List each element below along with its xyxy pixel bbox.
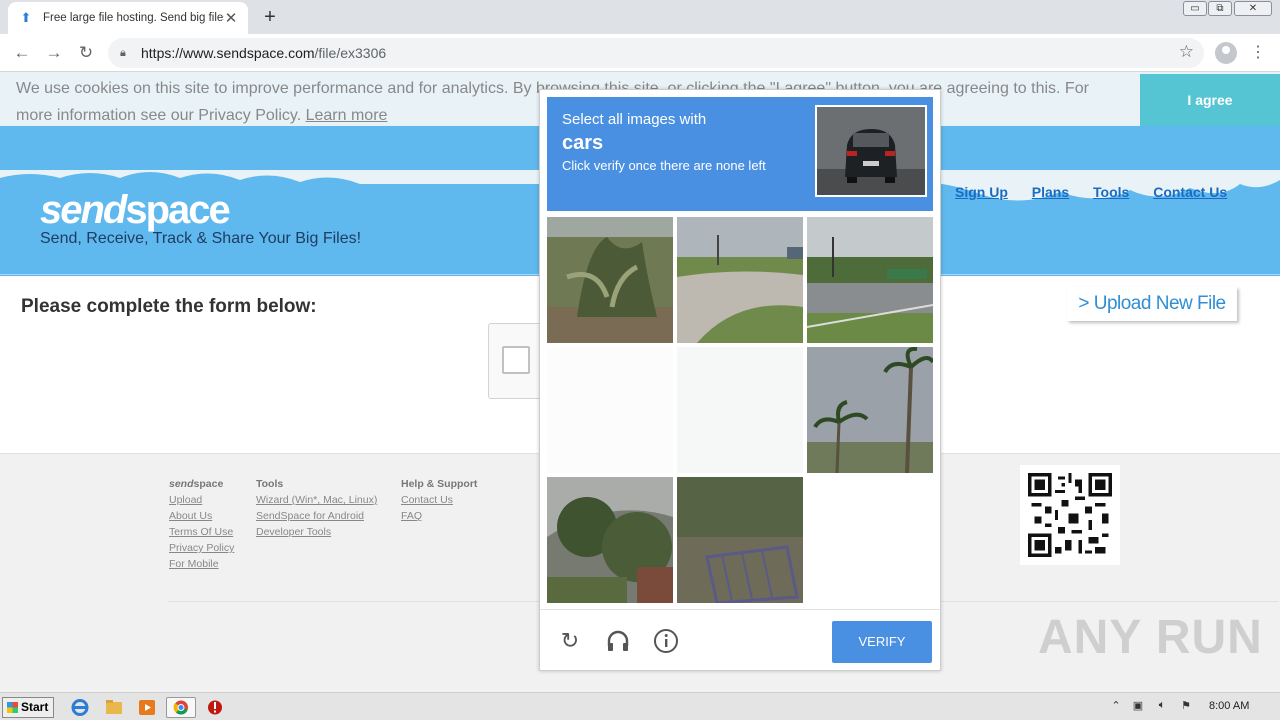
captcha-tile-4[interactable] — [547, 347, 673, 473]
footer-link-contact[interactable]: Contact Us — [401, 492, 477, 508]
anyrun-watermark: ANY RUN — [1038, 611, 1263, 664]
footer-link-wizard[interactable]: Wizard (Win*, Mac, Linux) — [256, 492, 377, 508]
captcha-header: Select all images with cars Click verify… — [547, 97, 933, 211]
reload-icon[interactable]: ↻ — [74, 41, 98, 65]
footer-link-android[interactable]: SendSpace for Android — [256, 508, 377, 524]
browser-tab-strip: ⬆ Free large file hosting. Send big file… — [0, 0, 1280, 34]
footer-link-upload[interactable]: Upload — [169, 492, 234, 508]
agree-button[interactable]: I agree — [1140, 74, 1280, 126]
captcha-footer: ↻ VERIFY — [540, 609, 940, 671]
captcha-tile-6[interactable] — [807, 347, 933, 473]
taskbar: Start ⌃ ▣ 🔈︎ ⚑ 8:00 AM — [0, 692, 1280, 720]
chrome-taskbar-icon[interactable] — [166, 697, 196, 718]
flag-icon[interactable]: ⚑ — [1178, 699, 1194, 715]
tray-expand-icon[interactable]: ⌃ — [1108, 699, 1124, 715]
tab-title: Free large file hosting. Send big files — [43, 12, 224, 24]
footer-link-developer[interactable]: Developer Tools — [256, 524, 377, 540]
browser-toolbar: ← → ↻ 🔒︎ https://www.sendspace.com/file/… — [0, 34, 1280, 72]
stop-icon[interactable] — [203, 697, 227, 718]
close-window-button[interactable]: ✕ — [1234, 1, 1272, 16]
forward-arrow-icon[interactable]: → — [42, 41, 66, 65]
web-page: We use cookies on this site to improve p… — [0, 72, 1280, 692]
nav-contact-us[interactable]: Contact Us — [1153, 184, 1227, 200]
browser-menu-icon[interactable]: ⋮ — [1250, 42, 1266, 64]
footer-col-tools: Tools Wizard (Win*, Mac, Linux) SendSpac… — [256, 476, 377, 540]
verify-button[interactable]: VERIFY — [832, 621, 932, 663]
sample-car-image — [815, 105, 927, 197]
back-arrow-icon[interactable]: ← — [10, 41, 34, 65]
sendspace-favicon-icon: ⬆ — [20, 10, 32, 25]
captcha-tile-5[interactable] — [677, 347, 803, 473]
footer-heading: Tools — [256, 478, 284, 490]
qr-code — [1020, 465, 1120, 565]
url-text: https://www.sendspace.com/file/ex3306 — [141, 45, 387, 61]
captcha-tile-8[interactable] — [677, 477, 803, 603]
headphones-icon[interactable] — [605, 628, 631, 654]
bookmark-star-icon[interactable]: ☆ — [1179, 42, 1194, 62]
media-player-icon[interactable] — [135, 697, 159, 718]
learn-more-link[interactable]: Learn more — [306, 107, 388, 124]
info-icon[interactable] — [653, 628, 679, 654]
sendspace-logo[interactable]: sendspace — [40, 188, 231, 233]
captcha-image-grid — [547, 217, 937, 607]
clock: 8:00 AM — [1209, 700, 1250, 712]
tab-close-icon[interactable]: ✕ — [224, 9, 238, 27]
volume-icon[interactable]: 🔈︎ — [1154, 699, 1170, 715]
browser-tab[interactable]: ⬆ Free large file hosting. Send big file… — [8, 2, 248, 34]
nav-sign-up[interactable]: Sign Up — [955, 184, 1008, 200]
captcha-challenge-dialog: Select all images with cars Click verify… — [539, 89, 941, 671]
footer-link-terms[interactable]: Terms Of Use — [169, 524, 234, 540]
footer-link-privacy[interactable]: Privacy Policy — [169, 540, 234, 556]
footer-col-help: Help & Support Contact Us FAQ — [401, 476, 477, 524]
new-tab-button[interactable]: + — [258, 4, 282, 30]
site-tagline: Send, Receive, Track & Share Your Big Fi… — [40, 230, 362, 247]
start-button[interactable]: Start — [2, 697, 54, 718]
lock-icon: 🔒︎ — [120, 46, 126, 59]
explorer-folder-icon[interactable] — [102, 697, 126, 718]
footer-link-mobile[interactable]: For Mobile — [169, 556, 234, 572]
network-icon[interactable]: ▣ — [1130, 699, 1146, 715]
captcha-target-word: cars — [562, 132, 604, 154]
captcha-tile-3[interactable] — [807, 217, 933, 343]
form-title: Please complete the form below: — [21, 296, 317, 317]
footer-link-about[interactable]: About Us — [169, 508, 234, 524]
upload-new-file-button[interactable]: > Upload New File — [1067, 287, 1237, 321]
reload-icon[interactable]: ↻ — [557, 628, 583, 654]
footer-col-sendspace: sendspace Upload About Us Terms Of Use P… — [169, 476, 234, 572]
profile-avatar-icon[interactable] — [1215, 42, 1237, 64]
footer-link-faq[interactable]: FAQ — [401, 508, 477, 524]
captcha-tile-2[interactable] — [677, 217, 803, 343]
top-navigation: Sign Up Plans Tools Contact Us — [955, 184, 1247, 200]
captcha-instruction: Select all images with — [562, 111, 707, 128]
captcha-tile-9[interactable] — [807, 477, 933, 603]
ie-icon[interactable] — [68, 697, 92, 718]
captcha-checkbox[interactable] — [502, 346, 530, 374]
footer-heading: Help & Support — [401, 478, 478, 490]
captcha-instruction-sub: Click verify once there are none left — [562, 158, 766, 173]
captcha-tile-1[interactable] — [547, 217, 673, 343]
restore-button[interactable]: ⧉ — [1208, 1, 1232, 16]
address-bar[interactable]: 🔒︎ https://www.sendspace.com/file/ex3306… — [108, 38, 1204, 68]
nav-plans[interactable]: Plans — [1032, 184, 1069, 200]
minimize-button[interactable]: ▭ — [1183, 1, 1207, 16]
captcha-tile-7[interactable] — [547, 477, 673, 603]
nav-tools[interactable]: Tools — [1093, 184, 1129, 200]
footer-heading: sendspace — [169, 478, 224, 490]
